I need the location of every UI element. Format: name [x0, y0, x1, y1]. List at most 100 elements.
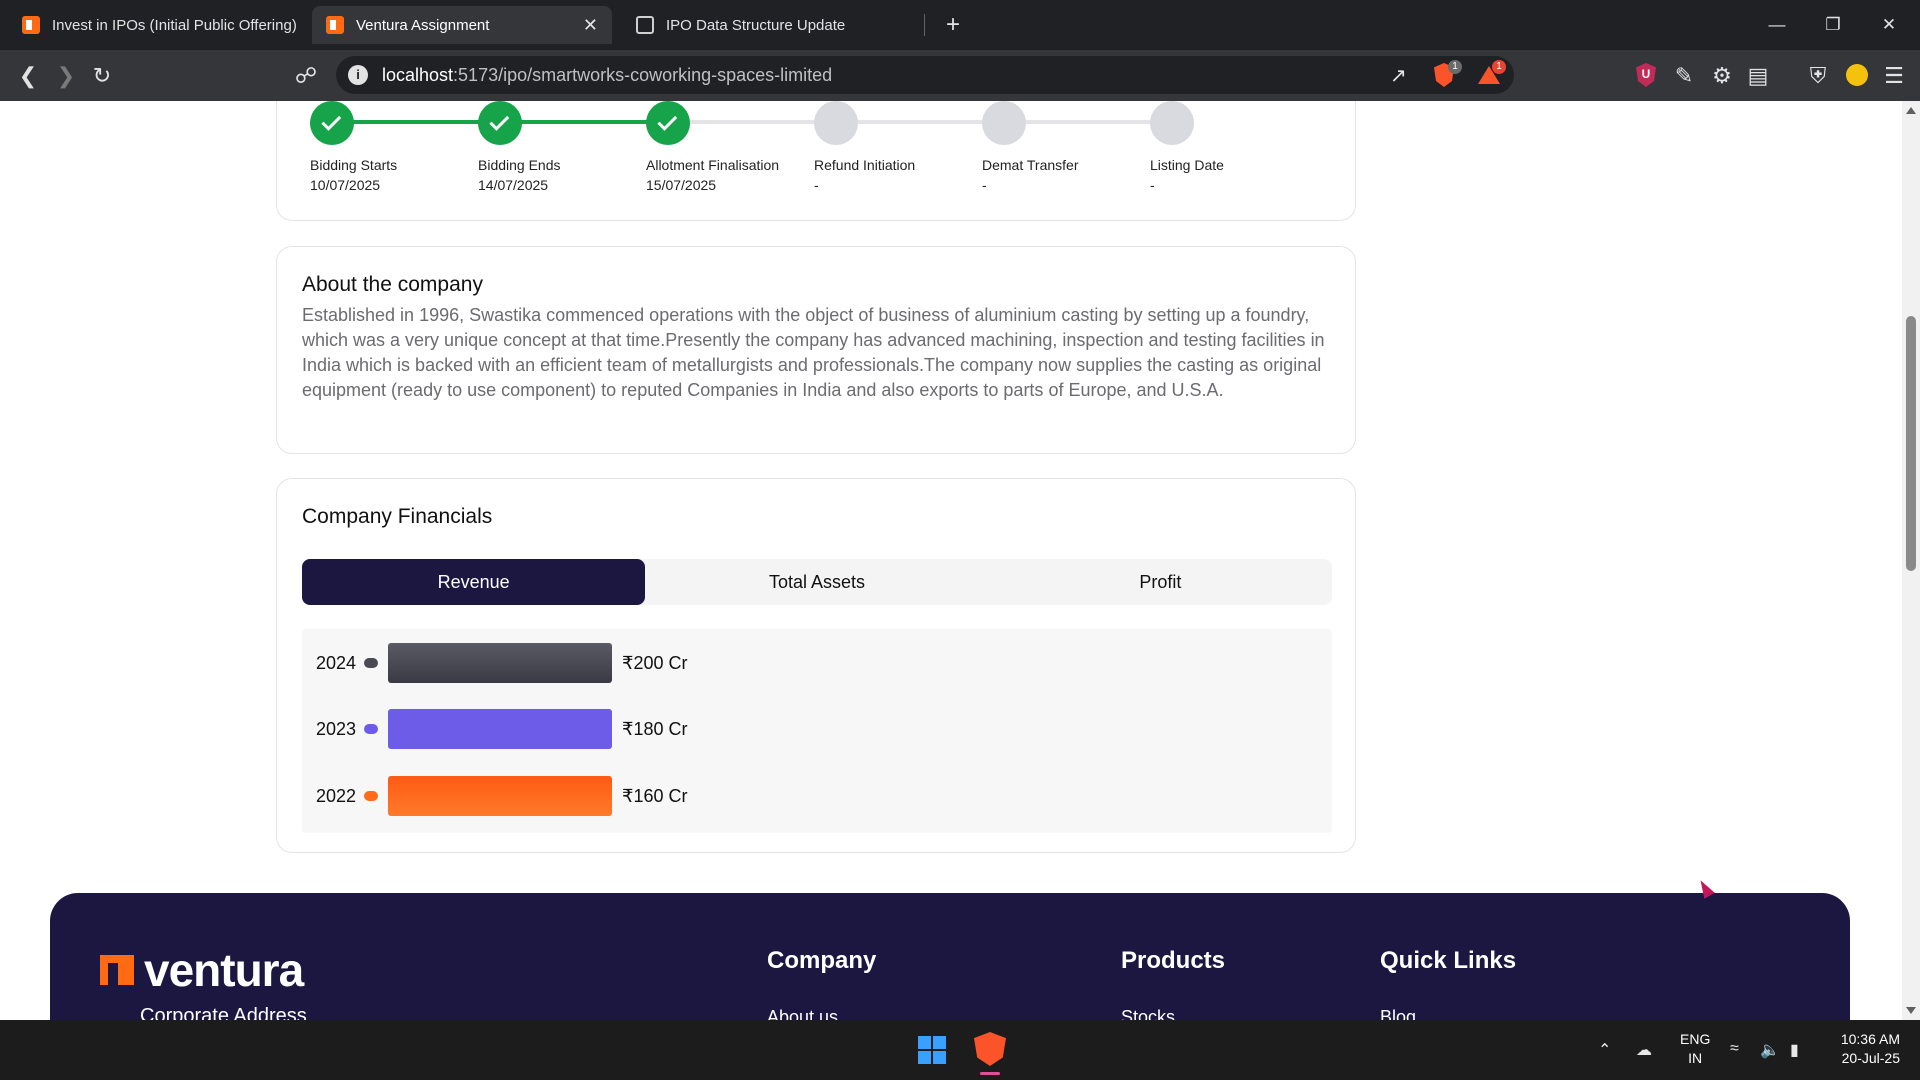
ipo-timeline-card: Bidding Starts 10/07/2025 Bidding Ends 1…	[276, 101, 1356, 221]
logo-wordmark: ventura	[144, 944, 304, 996]
language-code: ENG	[1680, 1031, 1711, 1047]
step-date: -	[982, 177, 987, 193]
tray-overflow-chevron-icon[interactable]: ⌃	[1598, 1040, 1611, 1060]
company-financials-card: Company Financials Revenue Total Assets …	[276, 478, 1356, 853]
ventura-logo[interactable]: ventura	[100, 943, 304, 997]
bar-value-label: ₹180 Cr	[622, 718, 688, 739]
step-label: Bidding Starts	[310, 157, 398, 173]
step-date: 14/07/2025	[478, 177, 549, 193]
tab-ipo-data-structure-update[interactable]: IPO Data Structure Update	[622, 6, 922, 44]
clock-time: 10:36 AM	[1840, 1031, 1900, 1047]
completed-check-icon	[646, 101, 690, 145]
financials-title: Company Financials	[302, 505, 493, 528]
bar-value-label: ₹200 Cr	[622, 652, 688, 673]
timeline-step-bidding-ends: Bidding Ends 14/07/2025	[478, 101, 648, 193]
back-icon[interactable]: ❮	[14, 62, 42, 90]
url-text[interactable]: localhost:5173/ipo/smartworks-coworking-…	[382, 65, 832, 86]
bar-2024[interactable]	[388, 643, 612, 683]
region-code: IN	[1688, 1050, 1703, 1066]
bar-2022[interactable]	[388, 776, 612, 816]
tab-revenue[interactable]: Revenue	[302, 559, 646, 605]
tab-invest-in-ipos[interactable]: Invest in IPOs (Initial Public Offering)	[8, 6, 308, 44]
pending-step-icon	[1150, 101, 1194, 145]
scroll-up-arrow-icon[interactable]	[1906, 107, 1916, 114]
shield-count-badge: 1	[1448, 60, 1462, 74]
eyedropper-extension-icon[interactable]: ✎	[1670, 62, 1698, 90]
new-tab-button[interactable]: +	[938, 10, 968, 40]
address-bar[interactable]: i localhost:5173/ipo/smartworks-coworkin…	[336, 56, 1514, 94]
step-label: Allotment Finalisation	[646, 157, 780, 173]
footer-link-blog[interactable]: Blog	[1380, 1007, 1516, 1020]
step-date: -	[814, 177, 819, 193]
url-host: localhost	[382, 65, 454, 85]
browser-tab-bar: Invest in IPOs (Initial Public Offering)…	[0, 0, 1920, 50]
revenue-bar-chart: 2024 ₹200 Cr 2023 ₹180 Cr 2022 ₹160 Cr	[302, 629, 1332, 833]
bookmark-icon[interactable]: ☍	[292, 62, 320, 90]
speaker-muted-icon[interactable]: 🔈	[1760, 1040, 1780, 1060]
menu-icon[interactable]: ☰	[1880, 62, 1908, 90]
pending-step-icon	[982, 101, 1026, 145]
site-info-icon[interactable]: i	[348, 65, 368, 85]
legend-dot-icon	[364, 791, 378, 801]
windows-start-icon[interactable]	[918, 1036, 946, 1064]
step-date: -	[1150, 177, 1155, 193]
about-title: About the company	[302, 273, 483, 296]
vpn-shield-icon[interactable]: ⛨	[1804, 62, 1832, 90]
tab-title: Invest in IPOs (Initial Public Offering)	[52, 16, 297, 34]
onedrive-cloud-icon[interactable]: ☁	[1636, 1040, 1652, 1060]
step-date: 15/07/2025	[646, 177, 717, 193]
footer-column-quick-links: Quick Links Blog	[1380, 947, 1516, 1020]
clock-date: 20-Jul-25	[1841, 1050, 1900, 1066]
wifi-icon[interactable]: ≈	[1730, 1040, 1739, 1058]
tab-profit[interactable]: Profit	[989, 559, 1332, 605]
windows-taskbar: ⌃ ☁ ENG IN ≈ 🔈 ▮ 10:36 AM 20-Jul-25	[0, 1020, 1920, 1080]
timeline-step-refund-initiation: Refund Initiation -	[814, 101, 984, 193]
extensions-puzzle-icon[interactable]: ⚙	[1708, 62, 1736, 90]
timeline-step-bidding-starts: Bidding Starts 10/07/2025	[310, 101, 480, 193]
bar-category-label: 2022	[316, 785, 357, 806]
ublock-extension-icon[interactable]: U	[1636, 63, 1656, 87]
completed-check-icon	[478, 101, 522, 145]
footer-link-stocks[interactable]: Stocks	[1121, 1007, 1225, 1020]
footer-column-title: Quick Links	[1380, 947, 1517, 974]
legend-dot-icon	[364, 724, 378, 734]
wallet-icon[interactable]	[1846, 64, 1868, 86]
system-clock[interactable]: 10:36 AM 20-Jul-25	[1830, 1030, 1900, 1068]
ventura-favicon-icon	[326, 16, 344, 34]
about-description: Established in 1996, Swastika commenced …	[302, 305, 1325, 400]
pending-step-icon	[814, 101, 858, 145]
step-date: 10/07/2025	[310, 177, 381, 193]
battery-icon[interactable]: ▮	[1790, 1040, 1799, 1060]
bar-category-label: 2024	[316, 652, 357, 673]
timeline-step-allotment-finalisation: Allotment Finalisation 15/07/2025	[646, 101, 816, 193]
share-icon[interactable]: ↗	[1390, 63, 1407, 88]
active-app-indicator	[980, 1072, 1000, 1075]
minimize-button[interactable]: —	[1754, 12, 1800, 38]
tab-total-assets[interactable]: Total Assets	[645, 559, 988, 605]
reader-mode-icon[interactable]: ▤	[1744, 62, 1772, 90]
scroll-thumb[interactable]	[1906, 316, 1916, 571]
bar-row-2022: 2022 ₹160 Cr	[316, 776, 687, 816]
reload-icon[interactable]: ↻	[88, 62, 116, 90]
close-tab-icon[interactable]: ✕	[583, 15, 598, 36]
tab-title: Ventura Assignment	[356, 16, 490, 34]
brave-browser-taskbar-icon[interactable]	[974, 1032, 1006, 1066]
bar-value-label: ₹160 Cr	[622, 785, 688, 806]
ventura-favicon-icon	[22, 16, 40, 34]
page-scrollbar[interactable]	[1902, 101, 1920, 1020]
about-company-card: About the company Established in 1996, S…	[276, 246, 1356, 454]
close-window-button[interactable]: ✕	[1866, 12, 1912, 38]
footer-column-title: Products	[1121, 947, 1226, 974]
site-footer: ventura Corporate Address Company About …	[50, 893, 1850, 1020]
input-language-indicator[interactable]: ENG IN	[1680, 1030, 1710, 1068]
footer-column-title: Company	[767, 947, 877, 974]
footer-link-about-us[interactable]: About us	[767, 1007, 876, 1020]
scroll-down-arrow-icon[interactable]	[1906, 1007, 1916, 1014]
step-label: Bidding Ends	[478, 157, 561, 173]
tab-title: IPO Data Structure Update	[666, 16, 846, 34]
page-viewport: Bidding Starts 10/07/2025 Bidding Ends 1…	[0, 101, 1902, 1020]
tab-ventura-assignment[interactable]: Ventura Assignment ✕	[312, 6, 612, 44]
forward-icon[interactable]: ❯	[52, 62, 80, 90]
bar-2023[interactable]	[388, 709, 612, 749]
restore-button[interactable]: ❐	[1810, 12, 1856, 38]
